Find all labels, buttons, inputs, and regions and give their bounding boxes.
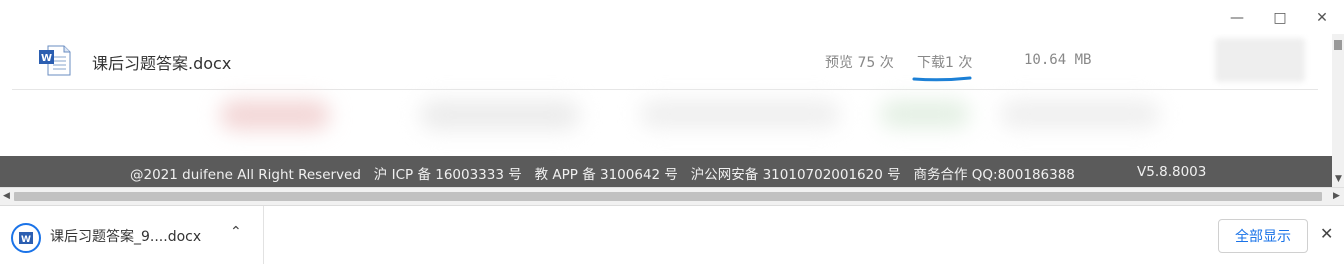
svg-text:W: W xyxy=(21,235,31,245)
horizontal-scroll-thumb[interactable] xyxy=(14,192,1322,201)
vertical-scrollbar[interactable]: ▼ xyxy=(1332,34,1344,187)
download-bar: W 课后习题答案_9....docx ⌃ 全部显示 ✕ xyxy=(0,205,1344,264)
download-count: 下载1 次 xyxy=(917,55,973,71)
close-icon[interactable]: ✕ xyxy=(1312,8,1332,28)
word-file-icon: W xyxy=(11,223,41,253)
download-item[interactable]: W 课后习题答案_9....docx ⌃ xyxy=(0,206,264,264)
page-content: W 课后习题答案.docx 预览 75 次 下载1 次 10.64 MB xyxy=(0,34,1332,156)
blurred-content xyxy=(0,92,1332,154)
download-item-name[interactable]: 课后习题答案_9....docx xyxy=(50,226,201,246)
svg-text:W: W xyxy=(41,53,52,64)
vertical-scroll-thumb[interactable] xyxy=(1334,40,1342,50)
scroll-left-icon[interactable]: ◀ xyxy=(3,191,10,201)
scroll-down-icon[interactable]: ▼ xyxy=(1335,174,1342,184)
browser-title-bar: — □ ✕ xyxy=(0,0,1344,34)
scroll-right-icon[interactable]: ▶ xyxy=(1333,191,1340,201)
file-name[interactable]: 课后习题答案.docx xyxy=(92,50,231,74)
preview-count: 预览 75 次 xyxy=(825,55,894,71)
minimize-icon[interactable]: — xyxy=(1227,8,1247,28)
footer-copyright: @2021 duifene All Right Reserved 沪 ICP 备… xyxy=(130,167,1075,183)
show-all-button[interactable]: 全部显示 xyxy=(1218,219,1308,253)
close-download-bar-icon[interactable]: ✕ xyxy=(1320,224,1333,243)
blurred-button xyxy=(1215,38,1305,82)
horizontal-scrollbar[interactable]: ◀ ▶ xyxy=(0,187,1344,205)
file-size: 10.64 MB xyxy=(1024,52,1092,68)
site-footer: @2021 duifene All Right Reserved 沪 ICP 备… xyxy=(0,156,1332,187)
chevron-up-icon[interactable]: ⌃ xyxy=(230,224,242,240)
file-row[interactable]: W 课后习题答案.docx 预览 75 次 下载1 次 10.64 MB xyxy=(12,34,1318,90)
highlight-underline xyxy=(912,76,972,82)
footer-version: V5.8.8003 xyxy=(1137,164,1207,180)
maximize-icon[interactable]: □ xyxy=(1270,8,1290,28)
word-document-icon: W xyxy=(39,45,71,76)
